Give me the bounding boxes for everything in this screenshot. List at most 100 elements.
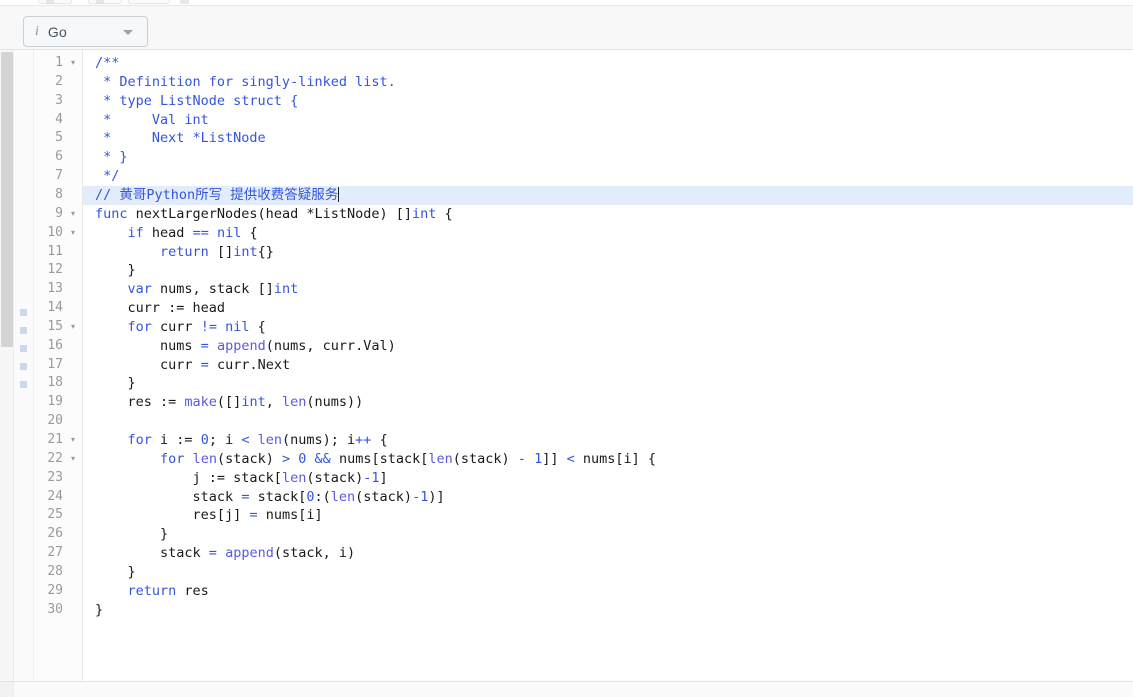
code-line[interactable]: } [95,563,136,582]
code-token: nextLargerNodes(head *ListNode) [] [127,205,412,222]
code-token: = [200,356,209,373]
code-line[interactable]: return res [95,582,209,601]
fold-toggle-icon[interactable]: ▾ [71,318,75,337]
annotation-marker [20,309,27,316]
code-line[interactable]: * Val int [95,111,209,130]
line-number: 25 [47,507,63,523]
fold-toggle-icon[interactable]: ▾ [71,431,75,450]
line-number: 19 [47,394,63,410]
code-line[interactable]: /** [95,54,119,73]
code-line[interactable]: } [95,374,136,393]
vertical-scrollbar-track[interactable] [0,50,14,682]
fold-toggle-icon[interactable]: ▾ [71,205,75,224]
code-line[interactable]: stack = append(stack, i) [95,544,355,563]
code-token: curr [151,318,201,335]
code-line[interactable]: } [95,601,103,620]
line-number: 7 [55,168,63,184]
code-token: (stack, i) [273,545,356,562]
code-line[interactable]: for len(stack) > 0 && nums[stack[len(sta… [95,450,656,469]
line-number: 10 [47,224,63,240]
code-token: && [314,450,331,467]
line-number: 6 [55,149,63,165]
code-line[interactable]: * Next *ListNode [95,129,266,148]
line-number: 26 [47,526,63,542]
code-line[interactable]: for curr != nil { [95,318,266,337]
line-number: 1 [55,55,63,70]
code-token: { [436,205,453,222]
code-text-area[interactable]: /** * Definition for singly-linked list.… [83,50,1133,682]
language-selector[interactable]: i Go [23,16,148,47]
code-token: res [176,582,209,599]
code-line[interactable]: */ [95,167,119,186]
code-token: nums[stack[ [330,450,429,467]
vertical-scrollbar-thumb[interactable] [1,52,13,347]
code-line[interactable]: j := stack[len(stack)-1] [95,469,388,488]
code-line[interactable]: curr := head [95,299,226,318]
line-number: 5 [55,130,63,146]
code-line[interactable]: func nextLargerNodes(head *ListNode) []i… [95,205,453,224]
code-token: len [257,432,283,448]
code-token: curr := head [95,300,226,317]
chrome-fragment-3 [128,0,170,4]
language-selector-label: Go [47,23,67,40]
code-token: len [281,394,307,411]
code-line[interactable]: stack = stack[0:(len(stack)-1)] [95,488,445,507]
code-line[interactable]: curr = curr.Next [95,356,290,375]
code-line[interactable]: * type ListNode struct { [95,92,298,111]
line-number: 18 [47,375,63,391]
code-token: = [249,507,258,524]
code-token: int [412,205,437,222]
code-token: (nums, curr.Val) [265,337,396,354]
fold-toggle-icon[interactable]: ▾ [71,450,75,469]
code-line[interactable]: var nums, stack []int [95,280,299,299]
line-number: 14 [47,300,63,316]
annotation-marker-strip [14,50,34,682]
code-token: */ [95,168,120,185]
code-line[interactable]: if head == nil { [95,224,258,243]
code-token: - [517,450,526,467]
code-token: != [200,318,217,335]
code-line[interactable]: nums = append(nums, curr.Val) [95,337,396,356]
code-line[interactable]: * Definition for singly-linked list. [95,73,396,92]
code-line[interactable]: * } [95,148,127,167]
code-token: nil [225,318,250,335]
code-token: nums, stack [] [151,281,274,298]
code-line[interactable]: // 黄哥Python所写 提供收费答疑服务 [95,186,340,205]
fold-toggle-icon[interactable]: ▾ [71,54,75,73]
code-line[interactable]: } [95,261,136,280]
code-token: stack[ [249,488,307,505]
code-token: )] [428,488,445,505]
editor-toolbar: i Go [0,5,1133,49]
code-token: , [265,394,282,411]
code-line[interactable]: for i := 0; i < len(nums); i++ { [95,431,388,450]
line-number: 4 [55,111,63,127]
bottom-scroll-rail [0,682,14,697]
line-number: 8 [55,186,63,202]
line-number: 13 [47,281,63,297]
line-number: 11 [47,243,63,259]
code-line[interactable]: res[j] = nums[i] [95,506,323,525]
line-number: 20 [47,413,63,429]
code-token: (nums); i [282,432,356,448]
fold-toggle-icon[interactable]: ▾ [71,224,75,243]
code-line[interactable]: } [95,525,168,544]
annotation-marker [20,363,27,370]
code-line[interactable]: return []int{} [95,243,274,262]
line-number: 30 [47,601,63,617]
chrome-ghost-2 [96,0,104,4]
chrome-fragment-1 [38,0,72,4]
line-number-gutter: 1 ▾ 2 3 4 5 6 7 8 9 ▾ 10 ▾ 11 12 13 14 15 ▾ 16 17 18 19 20 21 ▾ 22… [34,50,83,682]
code-token: { [371,432,388,448]
code-line[interactable]: res := make([]int, len(nums)) [95,393,364,412]
code-token: // 黄哥Python所写 提供收费答疑服务 [95,186,339,203]
chrome-fragment-2 [88,0,122,4]
code-token: append [216,337,266,354]
code-token: } [95,526,169,543]
code-token: - [412,488,421,505]
